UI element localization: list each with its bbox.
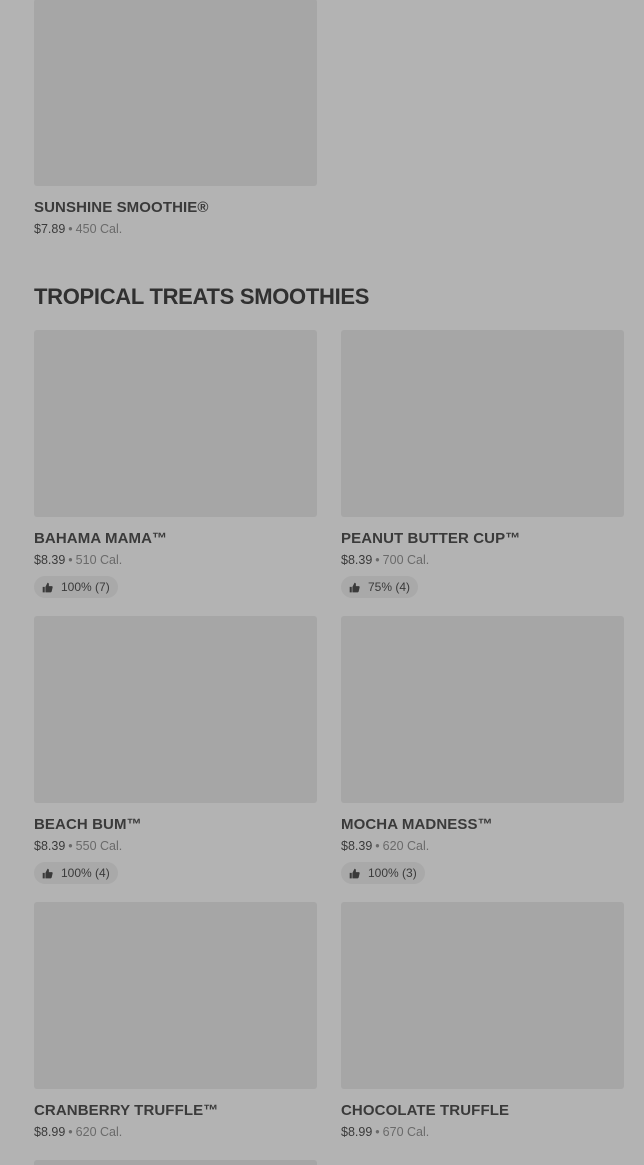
menu-item-card[interactable]: CRANBERRY TRUFFLE™ $8.99 • 620 Cal.: [34, 902, 317, 1140]
item-price: $7.89: [34, 222, 66, 236]
section-title: TROPICAL TREATS SMOOTHIES: [34, 284, 370, 309]
item-calories: 670 Cal.: [382, 1125, 430, 1139]
menu-item-card[interactable]: SUNSHINE SMOOTHIE® $7.89 • 450 Cal.: [34, 0, 317, 237]
separator: •: [375, 553, 380, 567]
rating-badge: 100% (3): [341, 862, 425, 884]
item-image[interactable]: [341, 902, 624, 1089]
rating-badge: 75% (4): [341, 576, 419, 598]
item-meta: $8.39 • 550 Cal.: [34, 839, 317, 854]
thumbs-up-icon: [349, 582, 360, 592]
separator: •: [375, 1125, 380, 1139]
menu-item-card[interactable]: MOCHA MADNESS™ $8.39 • 620 Cal. 100% (3): [341, 616, 624, 884]
item-calories: 700 Cal.: [382, 553, 430, 567]
item-image[interactable]: [34, 330, 317, 517]
item-name[interactable]: MOCHA MADNESS™: [341, 816, 624, 834]
item-image[interactable]: [34, 902, 317, 1089]
separator: •: [375, 839, 380, 853]
item-name[interactable]: PEANUT BUTTER CUP™: [341, 530, 624, 548]
item-image[interactable]: [34, 1160, 317, 1165]
rating-text: 100% (4): [61, 866, 110, 880]
rating-text: 100% (3): [368, 866, 417, 880]
thumbs-up-icon: [42, 582, 53, 592]
item-image[interactable]: [341, 330, 624, 517]
rating-badge: 100% (4): [34, 862, 118, 884]
menu-item-card[interactable]: PEANUT BUTTER CUP™ $8.39 • 700 Cal. 75% (4…: [341, 330, 624, 598]
item-image[interactable]: [34, 0, 317, 186]
item-price: $8.39: [341, 839, 373, 853]
item-meta: $8.99 • 670 Cal.: [341, 1125, 624, 1140]
menu-item-card[interactable]: BAHAMA MAMA™ $8.39 • 510 Cal. 100% (7): [34, 330, 317, 598]
item-price: $8.99: [34, 1125, 66, 1139]
thumbs-up-icon: [349, 868, 360, 878]
item-calories: 510 Cal.: [75, 553, 123, 567]
item-name[interactable]: CRANBERRY TRUFFLE™: [34, 1102, 317, 1120]
item-meta: $8.39 • 620 Cal.: [341, 839, 624, 854]
item-price: $8.39: [34, 553, 66, 567]
item-meta: $8.39 • 700 Cal.: [341, 553, 624, 568]
item-calories: 550 Cal.: [75, 839, 123, 853]
item-name[interactable]: BEACH BUM™: [34, 816, 317, 834]
item-price: $8.99: [341, 1125, 373, 1139]
separator: •: [68, 553, 73, 567]
item-calories: 620 Cal.: [382, 839, 430, 853]
rating-text: 100% (7): [61, 580, 110, 594]
separator: •: [68, 222, 73, 236]
rating-text: 75% (4): [368, 580, 411, 594]
item-calories: 620 Cal.: [75, 1125, 123, 1139]
separator: •: [68, 839, 73, 853]
item-price: $8.39: [34, 839, 66, 853]
item-name[interactable]: SUNSHINE SMOOTHIE®: [34, 199, 317, 217]
item-image[interactable]: [341, 616, 624, 803]
item-price: $8.39: [341, 553, 373, 567]
item-name[interactable]: CHOCOLATE TRUFFLE: [341, 1102, 624, 1120]
item-meta: $7.89 • 450 Cal.: [34, 222, 317, 237]
rating-badge: 100% (7): [34, 576, 118, 598]
item-name[interactable]: BAHAMA MAMA™: [34, 530, 317, 548]
separator: •: [68, 1125, 73, 1139]
menu-item-card[interactable]: CHOCOLATE TRUFFLE $8.99 • 670 Cal.: [341, 902, 624, 1140]
item-meta: $8.39 • 510 Cal.: [34, 553, 317, 568]
thumbs-up-icon: [42, 868, 53, 878]
item-meta: $8.99 • 620 Cal.: [34, 1125, 317, 1140]
menu-item-card[interactable]: BEACH BUM™ $8.39 • 550 Cal. 100% (4): [34, 616, 317, 884]
item-image[interactable]: [34, 616, 317, 803]
item-calories: 450 Cal.: [75, 222, 123, 236]
